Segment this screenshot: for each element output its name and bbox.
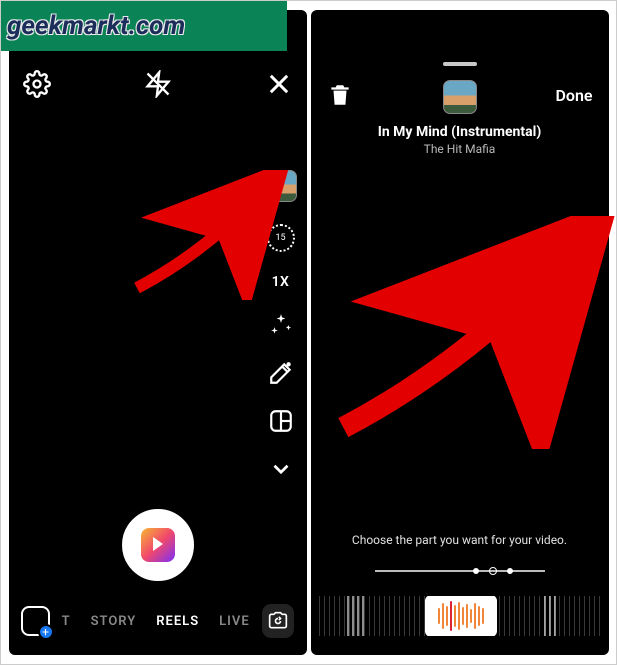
layout-icon[interactable]	[268, 408, 294, 434]
clip-overview-timeline[interactable]	[375, 565, 545, 577]
speed-button[interactable]: 1X	[272, 274, 290, 290]
chevron-down-icon[interactable]	[268, 456, 294, 482]
camera-mode-switcher[interactable]: T STORY REELS LIVE	[62, 614, 250, 629]
audio-thumbnail[interactable]	[265, 170, 297, 202]
flash-off-icon[interactable]	[144, 70, 172, 98]
selection-window[interactable]	[425, 596, 497, 636]
instruction-text: Choose the part you want for your video.	[311, 533, 609, 547]
timeline-marker	[473, 568, 479, 574]
watermark-banner: geekmarkt.com	[1, 1, 287, 51]
timeline-marker	[507, 568, 513, 574]
duration-label: 15	[275, 233, 285, 243]
reels-logo-icon	[141, 528, 175, 562]
mode-t[interactable]: T	[62, 614, 71, 629]
song-artist: The Hit Mafia	[311, 142, 609, 156]
song-title: In My Mind (Instrumental)	[311, 124, 609, 140]
close-icon[interactable]	[265, 70, 293, 98]
audio-trim-screen: Done In My Mind (Instrumental) The Hit M…	[311, 10, 609, 655]
audio-thumbnail[interactable]	[443, 80, 477, 114]
reels-tool-rail: 15 1X	[265, 170, 297, 482]
reels-camera-screen: 15 1X + T STORY	[9, 10, 307, 655]
record-button[interactable]	[122, 509, 194, 581]
timeline-marker	[489, 567, 497, 575]
duration-icon[interactable]: 15	[267, 224, 295, 252]
mode-live[interactable]: LIVE	[219, 614, 250, 629]
plus-badge-icon: +	[38, 624, 54, 640]
done-button[interactable]: Done	[555, 86, 592, 105]
mode-story[interactable]: STORY	[91, 614, 137, 629]
waveform-track	[319, 596, 601, 636]
song-info: In My Mind (Instrumental) The Hit Mafia	[311, 124, 609, 156]
watermark-text: geekmarkt.com	[7, 11, 185, 41]
touchup-icon[interactable]	[268, 360, 294, 386]
audio-waveform-scrubber[interactable]	[319, 591, 601, 641]
switch-camera-button[interactable]	[262, 604, 295, 638]
trash-icon[interactable]	[327, 82, 353, 108]
timeline-line	[375, 570, 545, 572]
settings-icon[interactable]	[23, 70, 51, 98]
sheet-handle[interactable]	[443, 62, 477, 66]
mode-reels[interactable]: REELS	[156, 614, 199, 629]
gallery-button[interactable]: +	[21, 606, 50, 636]
effects-icon[interactable]	[268, 312, 294, 338]
